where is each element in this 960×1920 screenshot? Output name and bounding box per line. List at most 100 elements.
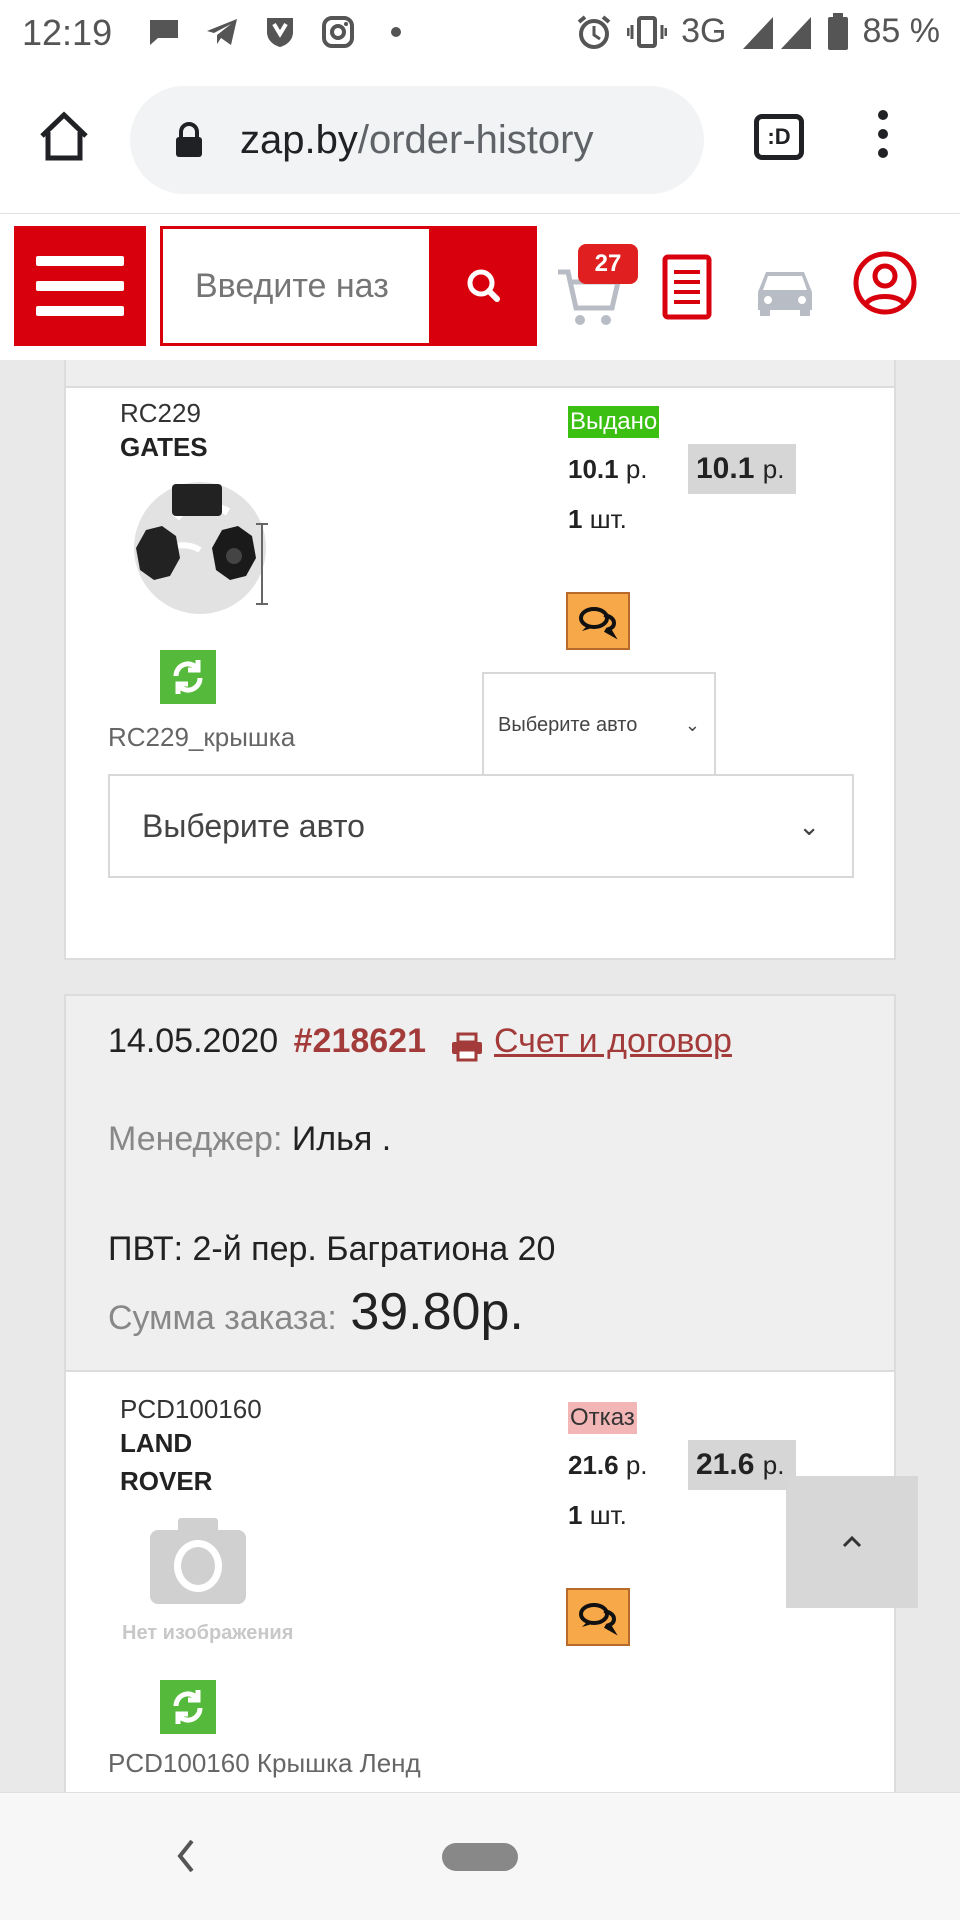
instagram-icon: [322, 16, 354, 48]
order-date: 14.05.2020: [108, 1022, 279, 1060]
qty-value: 1: [568, 504, 583, 534]
item-description: PCD100160 Крышка Ленд: [108, 1748, 421, 1778]
status-time: 12:19: [22, 12, 113, 53]
no-image-label: Нет изображения: [122, 1622, 294, 1644]
dot-icon: [391, 27, 401, 37]
chevron-down-icon: ⌄: [798, 811, 820, 841]
item-brand: GATES: [120, 432, 208, 462]
refresh-icon: [173, 660, 203, 694]
vpn-shield-icon: [267, 18, 293, 47]
car-select-label: Выберите авто: [142, 808, 365, 844]
item-description-line1: RC229_крышка: [108, 722, 296, 752]
network-type: 3G: [681, 12, 727, 50]
sum-value: 39.80р.: [350, 1283, 524, 1341]
item-quantity: 1 шт.: [568, 1500, 627, 1531]
car-select-small[interactable]: Выберите авто ⌄: [482, 672, 716, 778]
system-navigation-bar: [0, 1792, 960, 1920]
chevron-up-icon: [842, 1535, 862, 1548]
battery-level: 85 %: [862, 12, 941, 50]
url-domain: zap.by: [240, 118, 358, 162]
price-unit: р.: [625, 1450, 648, 1480]
car-icon[interactable]: [752, 262, 818, 316]
order-number: #218621: [293, 1022, 426, 1060]
hamburger-menu-button[interactable]: [14, 226, 146, 346]
signal-icon: [742, 16, 811, 49]
chat-button[interactable]: [566, 592, 630, 650]
manager-value: Илья .: [291, 1120, 392, 1158]
system-icons: 3G 85 %: [575, 12, 940, 51]
url-text: zap.by/order-history: [240, 118, 593, 163]
cart-count-badge: 27: [578, 244, 638, 284]
status-badge: Выдано: [568, 406, 660, 438]
order-item-card: RC229 GATES RC229_крышка расширительного…: [64, 360, 896, 960]
camera-icon: [150, 1518, 246, 1604]
price-unit: р.: [625, 454, 648, 484]
item-sku: RC229: [120, 398, 201, 428]
item-price: 21.6 р.: [568, 1450, 648, 1481]
url-path: /order-history: [357, 118, 594, 162]
total-value: 21.6: [696, 1448, 755, 1481]
invoice-link[interactable]: Счет и договор: [494, 1022, 732, 1061]
printer-icon: [452, 1032, 482, 1062]
price-value: 10.1: [568, 454, 619, 484]
chat-icon: [579, 1603, 618, 1636]
reorder-button[interactable]: [160, 650, 216, 704]
total-value: 10.1: [696, 452, 755, 485]
item-brand-line2: ROVER: [120, 1466, 213, 1496]
status-bar: 12:19 3G 85 %: [0, 0, 960, 66]
car-select-small-label: Выберите авто: [498, 714, 638, 736]
refresh-icon: [173, 1690, 203, 1724]
battery-icon: [827, 12, 848, 50]
car-select[interactable]: Выберите авто ⌄: [108, 774, 854, 878]
total-unit: р.: [762, 1450, 785, 1480]
qty-value: 1: [568, 1500, 583, 1530]
item-quantity: 1 шт.: [568, 504, 627, 535]
telegram-icon: [207, 19, 237, 45]
price-value: 21.6: [568, 1450, 619, 1480]
item-price: 10.1 р.: [568, 454, 648, 485]
reorder-button[interactable]: [160, 1680, 216, 1734]
sum-label: Сумма заказа:: [108, 1299, 337, 1337]
notification-icons: [146, 14, 414, 50]
order-sum: Сумма заказа: 39.80р.: [108, 1282, 524, 1342]
chat-button[interactable]: [566, 1588, 630, 1646]
search-button[interactable]: [429, 226, 537, 346]
site-header: 27: [0, 214, 960, 360]
manager-label: Менеджер:: [108, 1120, 283, 1158]
notebook-icon[interactable]: [662, 254, 712, 320]
home-gesture-pill[interactable]: [442, 1843, 518, 1871]
qty-unit: шт.: [589, 504, 627, 534]
user-account-icon[interactable]: [852, 250, 918, 316]
order-history-content: RC229 GATES RC229_крышка расширительного…: [0, 360, 960, 1792]
product-image: [134, 482, 268, 614]
lock-icon: [176, 122, 202, 157]
vibrate-icon: [627, 15, 668, 48]
order-header: 14.05.2020 #218621 Счет и договор Менедж…: [64, 994, 896, 1372]
total-unit: р.: [762, 454, 785, 484]
browser-menu-icon[interactable]: [878, 110, 890, 166]
scroll-to-top-button[interactable]: [786, 1476, 918, 1608]
browser-toolbar: zap.by/order-history :D: [0, 66, 960, 214]
search-icon: [467, 269, 500, 302]
tabs-switcher-button[interactable]: :D: [754, 114, 804, 160]
item-total: 21.6 р.: [688, 1440, 796, 1490]
order-date-number: 14.05.2020 #218621: [108, 1022, 426, 1061]
search-input[interactable]: [163, 229, 429, 343]
qty-unit: шт.: [589, 1500, 627, 1530]
item-brand-line1: LAND: [120, 1428, 193, 1458]
back-icon[interactable]: [170, 1833, 200, 1879]
home-icon[interactable]: [38, 110, 90, 162]
address-bar[interactable]: zap.by/order-history: [130, 86, 704, 194]
item-brand: LAND ROVER: [120, 1424, 212, 1500]
status-badge: Отказ: [568, 1402, 637, 1434]
pickup-point: ПВТ: 2-й пер. Багратиона 20: [108, 1230, 556, 1268]
chevron-down-icon: ⌄: [684, 715, 700, 735]
item-sku: PCD100160: [120, 1394, 262, 1424]
search-bar: [160, 226, 537, 346]
item-total: 10.1 р.: [688, 444, 796, 494]
alarm-icon: [577, 14, 611, 49]
order-item-card: PCD100160 LAND ROVER Нет изображения PCD…: [64, 1372, 896, 1792]
chat-icon: [579, 607, 618, 640]
message-icon: [150, 20, 178, 45]
order-manager: Менеджер: Илья .: [108, 1120, 391, 1159]
